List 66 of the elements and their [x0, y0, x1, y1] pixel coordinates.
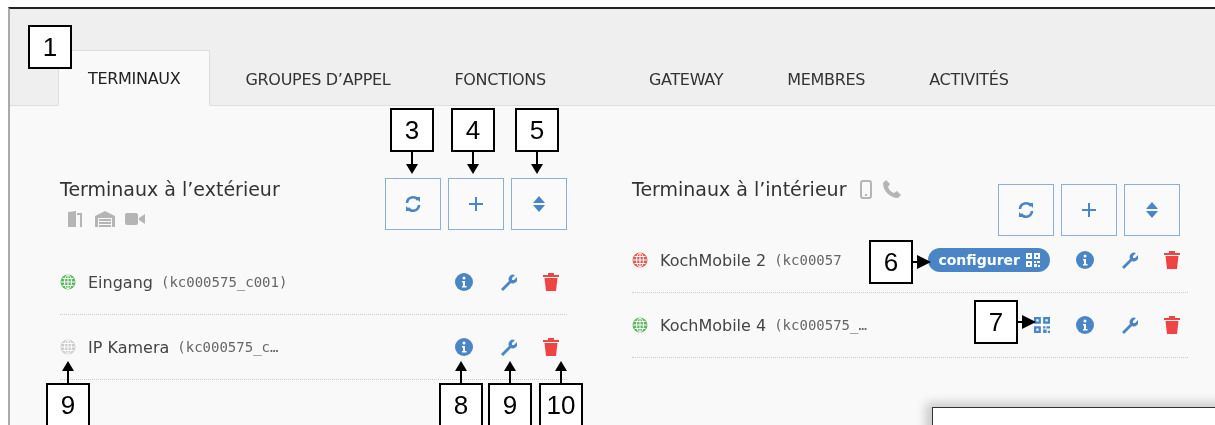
video-camera-icon — [124, 211, 146, 227]
callout-label: 5 — [515, 108, 559, 152]
trash-icon[interactable] — [1164, 251, 1180, 269]
section-title: Terminaux à l’extérieur — [60, 178, 280, 200]
info-icon[interactable] — [1076, 251, 1094, 269]
terminal-name: KochMobile 4 — [660, 315, 767, 335]
wrench-icon[interactable] — [1120, 251, 1138, 269]
refresh-button[interactable] — [385, 178, 441, 230]
add-button[interactable] — [1061, 184, 1117, 236]
trash-icon[interactable] — [543, 273, 559, 291]
refresh-icon — [404, 195, 422, 213]
qr-code-icon[interactable] — [1034, 317, 1050, 333]
sort-button[interactable] — [1124, 184, 1180, 236]
sort-icon — [1146, 202, 1158, 218]
callout-arrow — [1018, 315, 1036, 329]
qr-code-icon — [1026, 253, 1040, 267]
callout-label: 1 — [28, 25, 72, 69]
callout-arrow — [62, 361, 74, 383]
terminal-id: (kc000575_… — [774, 317, 867, 333]
callout-arrow — [504, 361, 516, 383]
terminal-id: (kc000575_c001) — [160, 274, 288, 290]
trash-icon[interactable] — [1164, 316, 1180, 334]
terminal-name: IP Kamera — [88, 337, 170, 357]
callout-label: 3 — [390, 108, 434, 152]
section-title: Terminaux à l’intérieur — [632, 178, 847, 200]
garage-icon — [94, 210, 116, 228]
wrench-icon[interactable] — [499, 338, 517, 356]
callout-arrow — [455, 361, 467, 383]
callout-label: 9 — [46, 383, 90, 425]
callout-arrow — [531, 152, 543, 174]
terminal-name: Eingang — [88, 272, 153, 292]
callout-label: 7 — [974, 300, 1018, 344]
callout-label: 4 — [451, 108, 495, 152]
sort-button[interactable] — [511, 178, 567, 230]
tab[interactable]: ACTIVITÉS — [900, 52, 1038, 106]
terminal-id: (kc00057 — [774, 252, 842, 268]
terminal-name: KochMobile 2 — [660, 250, 767, 270]
tab[interactable]: MEMBRES — [758, 52, 895, 106]
tab[interactable]: GROUPES D’APPEL — [216, 52, 420, 106]
callout-arrow — [913, 255, 931, 269]
tab[interactable]: GATEWAY — [619, 52, 753, 106]
wrench-icon[interactable] — [1120, 316, 1138, 334]
refresh-button[interactable] — [998, 184, 1054, 236]
tab[interactable]: FONCTIONS — [425, 52, 575, 106]
callout-arrow — [406, 152, 418, 174]
info-icon[interactable] — [455, 273, 473, 291]
wrench-icon[interactable] — [499, 273, 517, 291]
sort-icon — [533, 196, 545, 212]
info-icon[interactable] — [455, 338, 473, 356]
configure-button[interactable]: configurer — [928, 248, 1050, 272]
add-button[interactable] — [448, 178, 504, 230]
callout-label: 8 — [439, 383, 483, 425]
plus-icon — [1080, 201, 1098, 219]
callout-label: 10 — [539, 383, 583, 425]
plus-icon — [467, 195, 485, 213]
callout-arrow — [555, 361, 567, 383]
refresh-icon — [1017, 201, 1035, 219]
info-icon[interactable] — [1076, 316, 1094, 334]
trash-icon[interactable] — [543, 338, 559, 356]
callout-label: 9 — [488, 383, 532, 425]
phone-icon — [882, 179, 903, 199]
terminal-id: (kc000575_c… — [177, 339, 279, 355]
callout-arrow — [467, 152, 479, 174]
tab[interactable]: TERMINAUX — [58, 50, 211, 106]
mobile-phone-icon — [860, 179, 873, 199]
callout-label: 6 — [869, 240, 913, 284]
